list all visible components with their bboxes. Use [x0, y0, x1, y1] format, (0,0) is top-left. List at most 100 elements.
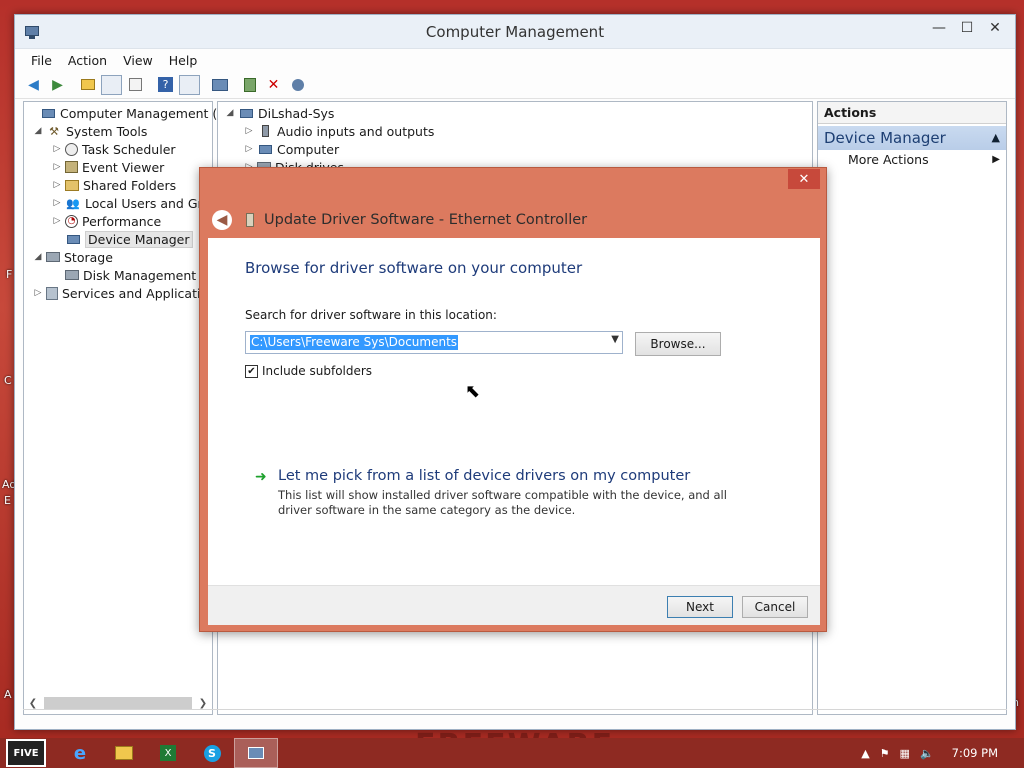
next-button[interactable]: Next: [667, 596, 733, 618]
tree-item-label: System Tools: [66, 123, 148, 139]
internet-explorer-button[interactable]: e: [58, 738, 102, 768]
disable-device-icon[interactable]: [287, 75, 308, 95]
tree-twisty[interactable]: ◢: [224, 108, 236, 118]
file-explorer-button[interactable]: [102, 738, 146, 768]
computer-management-icon: [248, 747, 264, 759]
tree-twisty[interactable]: ▷: [51, 162, 63, 172]
event-icon: [65, 161, 78, 173]
show-hidden-icons-icon[interactable]: ▲: [861, 747, 869, 760]
tree-item-label: DiLshad-Sys: [258, 105, 335, 121]
tree-item-label: Audio inputs and outputs: [277, 123, 435, 139]
actions-section-device-manager[interactable]: Device Manager ▲: [818, 126, 1006, 150]
tree-twisty[interactable]: ▷: [51, 180, 63, 190]
tree-item-services-applications[interactable]: ▷ Services and Applications: [32, 284, 223, 302]
tree-item-storage[interactable]: ◢ Storage: [32, 248, 113, 266]
minimize-button[interactable]: —: [925, 15, 953, 41]
chevron-down-icon[interactable]: ▼: [611, 334, 619, 345]
excel-button[interactable]: X: [146, 738, 190, 768]
tree-item-disk-management[interactable]: Disk Management: [51, 266, 196, 284]
actions-section-label: Device Manager: [824, 129, 946, 147]
gta-five-icon[interactable]: FIVE: [6, 739, 46, 767]
performance-icon: ◔: [65, 214, 78, 228]
menu-action[interactable]: Action: [60, 53, 115, 68]
tree-twisty[interactable]: ◢: [32, 126, 44, 136]
tree-item-label: Shared Folders: [83, 177, 177, 193]
driver-path-combobox[interactable]: C:\Users\Freeware Sys\Documents ▼: [245, 331, 623, 354]
pick-from-list-link[interactable]: Let me pick from a list of device driver…: [278, 468, 690, 484]
tree-item-shared-folders[interactable]: ▷ Shared Folders: [51, 176, 177, 194]
storage-icon: [46, 252, 60, 262]
tree-item-performance[interactable]: ▷ ◔ Performance: [51, 212, 162, 230]
menu-view[interactable]: View: [115, 53, 161, 68]
computer-management-icon: [25, 24, 41, 40]
include-subfolders-label[interactable]: Include subfolders: [262, 364, 372, 378]
forward-arrow-icon[interactable]: ▶: [47, 75, 68, 95]
close-button[interactable]: ✕: [981, 15, 1009, 41]
tree-twisty[interactable]: ▷: [51, 216, 63, 226]
tree-twisty[interactable]: ◢: [32, 252, 44, 262]
driver-path-value[interactable]: C:\Users\Freeware Sys\Documents: [250, 335, 459, 350]
tree-item-task-scheduler[interactable]: ▷ Task Scheduler: [51, 140, 176, 158]
help-icon[interactable]: ?: [155, 75, 176, 95]
scan-hardware-icon[interactable]: [209, 75, 230, 95]
scroll-left-icon[interactable]: ❮: [26, 698, 40, 709]
dialog-title: Update Driver Software - Ethernet Contro…: [264, 212, 588, 228]
cancel-button[interactable]: Cancel: [742, 596, 808, 618]
desktop-icon-label: A: [4, 688, 12, 701]
tree-item-event-viewer[interactable]: ▷ Event Viewer: [51, 158, 165, 176]
tree-item-computer[interactable]: ▷ Computer: [243, 140, 340, 158]
audio-icon: [257, 124, 273, 138]
skype-icon: S: [203, 744, 221, 762]
tree-item-label: Task Scheduler: [82, 141, 176, 157]
submenu-arrow-icon: ▶: [992, 154, 1000, 165]
up-folder-icon[interactable]: [77, 75, 98, 95]
show-hide-tree-icon[interactable]: [101, 74, 122, 95]
collapse-up-icon[interactable]: ▲: [992, 126, 1000, 150]
menu-file[interactable]: File: [23, 53, 60, 68]
maximize-button[interactable]: ☐: [953, 15, 981, 41]
dialog-close-button[interactable]: ✕: [788, 169, 820, 189]
scroll-right-icon[interactable]: ❯: [196, 698, 210, 709]
dialog-footer: Next Cancel: [208, 585, 820, 625]
more-actions-item[interactable]: More Actions ▶: [818, 150, 1006, 170]
include-subfolders-row[interactable]: ✔ Include subfolders: [245, 364, 372, 378]
services-icon: [46, 286, 58, 300]
uninstall-device-icon[interactable]: ✕: [263, 75, 284, 95]
monitor-icon: [257, 142, 273, 156]
tree-twisty[interactable]: ▷: [243, 144, 255, 154]
tree-item-device-manager[interactable]: Device Manager: [51, 230, 193, 248]
computer-management-taskbar-button[interactable]: [234, 738, 278, 768]
back-button[interactable]: ◀: [212, 210, 232, 230]
tree-item-label: Event Viewer: [82, 159, 165, 175]
clock-time[interactable]: 7:09 PM: [952, 746, 998, 760]
title-bar[interactable]: Computer Management — ☐ ✕: [15, 15, 1015, 49]
tree-item-audio[interactable]: ▷ Audio inputs and outputs: [243, 122, 435, 140]
actions-pane: Actions Device Manager ▲ More Actions ▶: [817, 101, 1007, 715]
show-action-pane-icon[interactable]: [179, 74, 200, 95]
tree-item-computer-root[interactable]: ◢ DiLshad-Sys: [224, 104, 335, 122]
search-location-label: Search for driver software in this locat…: [245, 308, 497, 322]
monitor-icon: [238, 106, 254, 120]
console-tree-pane: Computer Management (Local ◢ ⚒ System To…: [23, 101, 250, 715]
back-arrow-icon[interactable]: ◀: [23, 75, 44, 95]
menu-help[interactable]: Help: [161, 53, 206, 68]
desktop-icon-label: E: [4, 494, 11, 507]
include-subfolders-checkbox[interactable]: ✔: [245, 364, 258, 378]
tree-twisty[interactable]: ▷: [51, 144, 63, 154]
network-icon[interactable]: ▦: [900, 747, 910, 760]
volume-icon[interactable]: 🔈: [920, 747, 934, 760]
flag-icon[interactable]: ⚑: [880, 747, 890, 760]
tree-twisty[interactable]: ▷: [243, 126, 255, 136]
tree-twisty[interactable]: ▷: [51, 198, 63, 208]
clock-icon: [65, 142, 78, 156]
actions-header: Actions: [818, 102, 1006, 124]
tree-twisty[interactable]: ▷: [32, 288, 44, 298]
toolbar: ◀ ▶ ? ✕: [15, 71, 1015, 99]
tools-icon: ⚒: [49, 124, 59, 138]
window-title: Computer Management: [425, 22, 605, 41]
update-driver-icon[interactable]: [239, 75, 260, 95]
skype-button[interactable]: S: [190, 738, 234, 768]
browse-button[interactable]: Browse...: [635, 332, 721, 356]
tree-item-system-tools[interactable]: ◢ ⚒ System Tools: [32, 122, 148, 140]
properties-icon[interactable]: [125, 75, 146, 95]
